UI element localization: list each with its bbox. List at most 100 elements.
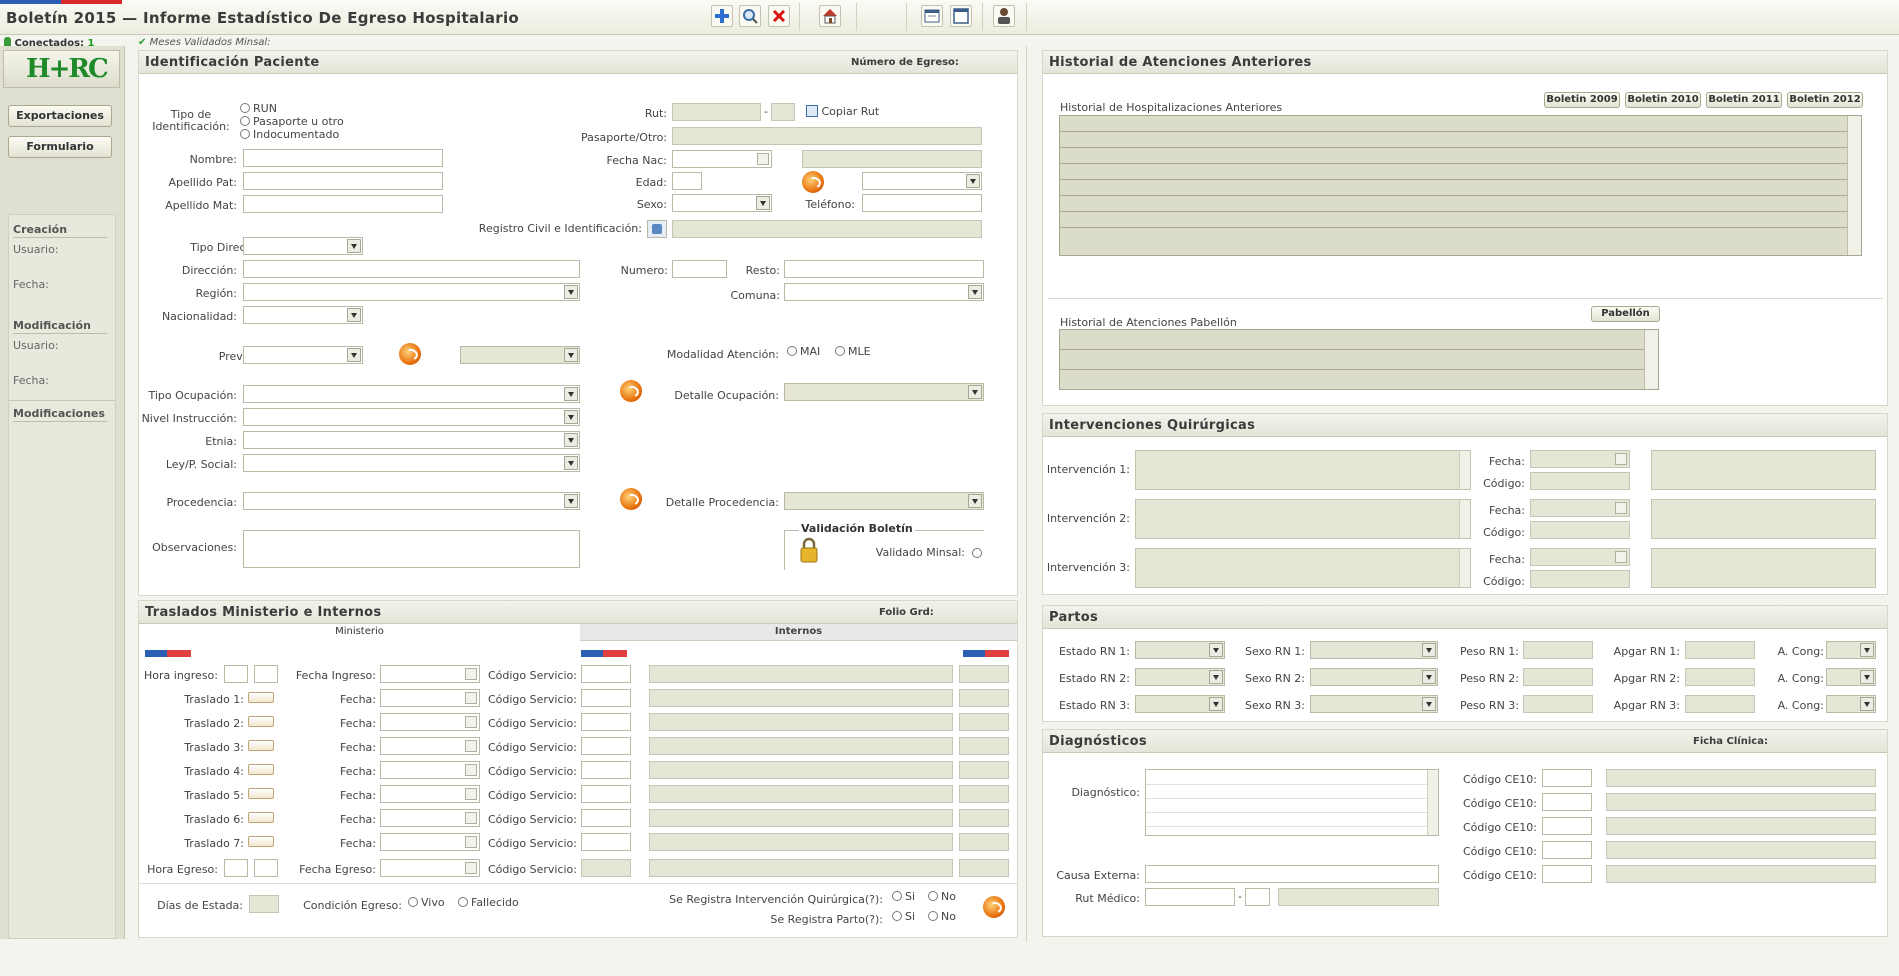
calendar-icon[interactable] xyxy=(1615,551,1627,563)
traslado-codigo-input[interactable] xyxy=(581,833,631,851)
rut-medico-input[interactable] xyxy=(1145,888,1235,906)
calendar-icon[interactable] xyxy=(757,153,769,165)
apellido-pat-input[interactable] xyxy=(243,172,443,190)
hospitalizaciones-grid[interactable] xyxy=(1059,115,1862,256)
intervencion-no[interactable]: No xyxy=(928,890,956,903)
numero-input[interactable] xyxy=(672,260,727,278)
estado-rn-select[interactable] xyxy=(1135,668,1225,686)
scrollbar[interactable] xyxy=(1459,500,1470,538)
intervencion-codigo-input[interactable] xyxy=(1530,472,1630,490)
exports-button[interactable]: Exportaciones xyxy=(8,105,112,127)
traslado-fecha-input[interactable] xyxy=(380,809,480,827)
scrollbar[interactable] xyxy=(1459,451,1470,489)
codigo-ce10-input[interactable] xyxy=(1542,769,1592,787)
procedencia-select[interactable] xyxy=(243,492,580,510)
estado-rn-select[interactable] xyxy=(1135,695,1225,713)
sexo-select[interactable] xyxy=(672,194,772,212)
user-button[interactable] xyxy=(993,5,1015,27)
codigo-servicio-egreso[interactable] xyxy=(581,859,631,877)
etnia-select[interactable] xyxy=(243,431,580,449)
edad-unit-select[interactable] xyxy=(862,172,982,190)
nivel-instruccion-select[interactable] xyxy=(243,408,580,426)
boletin-2009-button[interactable]: Boletin 2009 xyxy=(1544,92,1620,108)
apgar-rn-input[interactable] xyxy=(1685,641,1755,659)
rut-input[interactable] xyxy=(672,103,761,121)
intervencion-fecha-input[interactable] xyxy=(1530,450,1630,468)
maximize-button[interactable] xyxy=(950,5,972,27)
codigo-ce10-input[interactable] xyxy=(1542,841,1592,859)
tipo-direccion-select[interactable] xyxy=(243,237,363,255)
peso-rn-input[interactable] xyxy=(1523,641,1593,659)
modalidad-mle[interactable]: MLE xyxy=(835,345,871,358)
scrollbar[interactable] xyxy=(1459,549,1470,587)
apgar-rn-input[interactable] xyxy=(1685,695,1755,713)
traslado-fecha-input[interactable] xyxy=(380,737,480,755)
ley-social-select[interactable] xyxy=(243,454,580,472)
sexo-rn-select[interactable] xyxy=(1310,641,1438,659)
registro-civil-button[interactable] xyxy=(647,220,667,238)
condicion-vivo[interactable]: Vivo xyxy=(408,896,445,909)
prevision-select[interactable] xyxy=(243,346,363,364)
book-icon[interactable] xyxy=(248,740,274,751)
comuna-select[interactable] xyxy=(784,283,984,301)
fecha-ingreso-input[interactable] xyxy=(380,665,480,683)
prevision-detail-select[interactable] xyxy=(460,346,580,364)
book-icon[interactable] xyxy=(248,764,274,775)
boletin-2011-button[interactable]: Boletin 2011 xyxy=(1706,92,1782,108)
tab-ministerio[interactable]: Ministerio xyxy=(139,624,580,641)
peso-rn-input[interactable] xyxy=(1523,695,1593,713)
hora-ingreso-h[interactable] xyxy=(224,665,248,683)
apellido-mat-input[interactable] xyxy=(243,195,443,213)
peso-rn-input[interactable] xyxy=(1523,668,1593,686)
traslado-codigo-input[interactable] xyxy=(581,761,631,779)
intervencion-textarea[interactable] xyxy=(1135,499,1471,539)
nombre-input[interactable] xyxy=(243,149,443,167)
detalle-procedencia-select[interactable] xyxy=(784,492,984,510)
scrollbar[interactable] xyxy=(1847,116,1861,255)
home-button[interactable] xyxy=(819,5,841,27)
codigo-ce10-input[interactable] xyxy=(1542,865,1592,883)
tipo-ocupacion-select[interactable] xyxy=(243,385,580,403)
fecha-egreso-input[interactable] xyxy=(380,859,480,877)
pabellon-button[interactable]: Pabellón xyxy=(1591,306,1660,322)
traslado-codigo-input[interactable] xyxy=(581,785,631,803)
intervencion-textarea[interactable] xyxy=(1135,450,1471,490)
refresh-icon[interactable] xyxy=(620,488,642,510)
acong-select[interactable] xyxy=(1826,668,1876,686)
parto-si[interactable]: Si xyxy=(892,910,915,923)
intervencion-codigo-input[interactable] xyxy=(1530,570,1630,588)
form-button[interactable]: Formulario xyxy=(8,136,112,158)
telefono-input[interactable] xyxy=(862,194,982,212)
traslado-fecha-input[interactable] xyxy=(380,785,480,803)
traslado-fecha-input[interactable] xyxy=(380,833,480,851)
pasaporte-input[interactable] xyxy=(672,127,982,145)
hora-egreso-m[interactable] xyxy=(254,859,278,877)
calendar-icon[interactable] xyxy=(1615,502,1627,514)
calendar-icon[interactable] xyxy=(1615,453,1627,465)
rut-medico-dv-input[interactable] xyxy=(1245,888,1270,906)
id-type-run[interactable]: RUN xyxy=(240,102,277,115)
hora-egreso-h[interactable] xyxy=(224,859,248,877)
sexo-rn-select[interactable] xyxy=(1310,668,1438,686)
intervencion-fecha-input[interactable] xyxy=(1530,548,1630,566)
book-icon[interactable] xyxy=(248,692,274,703)
edad-input[interactable] xyxy=(672,172,702,190)
rut-dv-input[interactable] xyxy=(771,103,795,121)
search-button[interactable] xyxy=(739,5,761,27)
add-button[interactable] xyxy=(711,5,733,27)
traslado-codigo-input[interactable] xyxy=(581,809,631,827)
refresh-icon[interactable] xyxy=(802,171,824,193)
book-icon[interactable] xyxy=(248,812,274,823)
resto-input[interactable] xyxy=(784,260,984,278)
observaciones-textarea[interactable] xyxy=(243,530,580,568)
book-icon[interactable] xyxy=(248,836,274,847)
nacionalidad-select[interactable] xyxy=(243,306,363,324)
delete-button[interactable] xyxy=(768,5,790,27)
book-icon[interactable] xyxy=(248,788,274,799)
scrollbar[interactable] xyxy=(1644,330,1658,389)
detalle-ocupacion-select[interactable] xyxy=(784,383,984,401)
codigo-servicio-ingreso[interactable] xyxy=(581,665,631,683)
traslado-codigo-input[interactable] xyxy=(581,713,631,731)
refresh-icon[interactable] xyxy=(620,380,642,402)
id-type-undocumented[interactable]: Indocumentado xyxy=(240,128,339,141)
